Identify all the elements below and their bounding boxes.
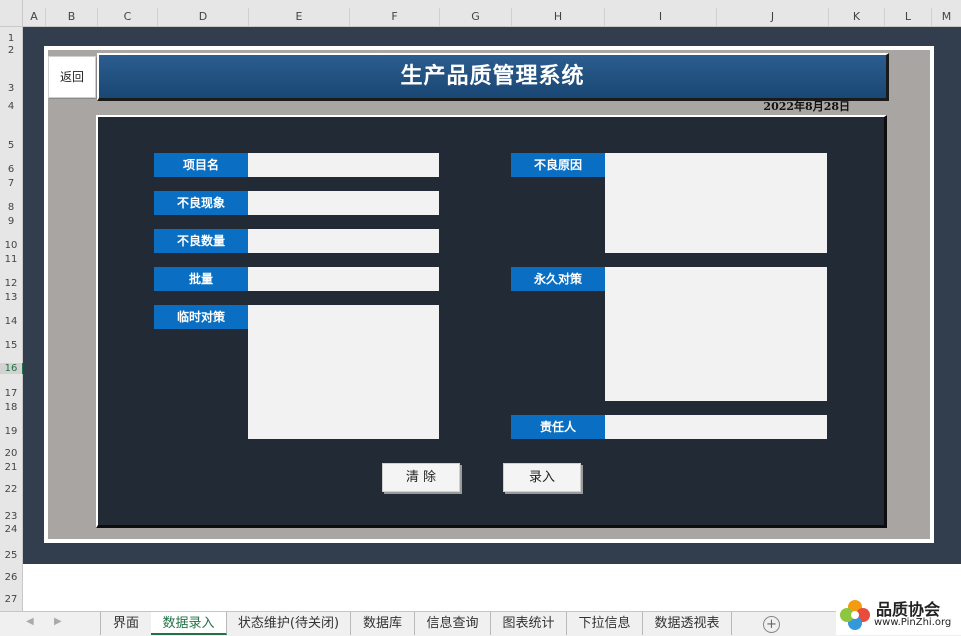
row-header-13[interactable]: 13 (0, 292, 22, 303)
current-date: 2022年8月28日 (763, 100, 850, 113)
temp-measure-label: 临时对策 (154, 305, 248, 329)
column-header-g[interactable]: G (440, 8, 512, 26)
row-header-bar: 1 2 3 4 5 6 7 8 9 10 11 12 13 14 15 16 1… (0, 27, 24, 611)
column-header-b[interactable]: B (46, 8, 98, 26)
tab-dropdown-info[interactable]: 下拉信息 (567, 612, 643, 635)
row-header-2[interactable]: 2 (0, 45, 22, 56)
column-header-a[interactable]: A (23, 8, 46, 26)
select-all-corner[interactable] (0, 0, 23, 26)
logo-url: www.PinZhi.org (874, 617, 952, 628)
row-header-10[interactable]: 10 (0, 240, 22, 251)
batch-label: 批量 (154, 267, 248, 291)
row-header-22[interactable]: 22 (0, 484, 22, 495)
tab-data-entry[interactable]: 数据录入 (151, 612, 227, 635)
column-header-c[interactable]: C (98, 8, 158, 26)
row-header-11[interactable]: 11 (0, 254, 22, 265)
responsible-input[interactable] (605, 415, 827, 439)
defect-phenomenon-input[interactable] (248, 191, 439, 215)
column-header-i[interactable]: I (605, 8, 717, 26)
defect-qty-input[interactable] (248, 229, 439, 253)
column-header-k[interactable]: K (829, 8, 885, 26)
row-header-7[interactable]: 7 (0, 178, 22, 189)
clear-button[interactable]: 清 除 (382, 463, 460, 492)
back-button[interactable]: 返回 (48, 56, 96, 98)
column-header-j[interactable]: J (717, 8, 829, 26)
permanent-measure-textarea[interactable] (605, 267, 827, 401)
defect-qty-label: 不良数量 (154, 229, 248, 253)
row-header-14[interactable]: 14 (0, 316, 22, 327)
tab-interface[interactable]: 界面 (100, 612, 152, 635)
permanent-measure-label: 永久对策 (511, 267, 605, 291)
pinzhi-logo: 品质协会 www.PinZhi.org (836, 593, 961, 635)
column-header-e[interactable]: E (249, 8, 350, 26)
row-header-15[interactable]: 15 (0, 340, 22, 351)
add-sheet-icon[interactable]: + (763, 616, 780, 633)
row-header-23[interactable]: 23 (0, 511, 22, 522)
sheet-tab-bar: ◀ ▶ 界面 数据录入 状态维护(待关闭) 数据库 信息查询 图表统计 下拉信息… (0, 611, 961, 636)
tab-chart-stats[interactable]: 图表统计 (491, 612, 567, 635)
row-header-26[interactable]: 26 (0, 572, 22, 583)
column-header-f[interactable]: F (350, 8, 440, 26)
column-header-bar: A B C D E F G H I J K L M (0, 0, 961, 27)
column-header-d[interactable]: D (158, 8, 249, 26)
project-name-label: 项目名 (154, 153, 248, 177)
defect-cause-textarea[interactable] (605, 153, 827, 253)
page-title: 生产品质管理系统 (97, 53, 889, 101)
tab-pivot-table[interactable]: 数据透视表 (643, 612, 732, 635)
row-header-1[interactable]: 1 (0, 33, 22, 44)
tab-status-maintenance[interactable]: 状态维护(待关闭) (227, 612, 351, 635)
defect-phenomenon-label: 不良现象 (154, 191, 248, 215)
project-name-input[interactable] (248, 153, 439, 177)
temp-measure-textarea[interactable] (248, 305, 439, 439)
row-header-17[interactable]: 17 (0, 388, 22, 399)
column-header-h[interactable]: H (512, 8, 605, 26)
submit-button[interactable]: 录入 (503, 463, 581, 492)
column-header-l[interactable]: L (885, 8, 932, 26)
flower-logo-icon (840, 600, 870, 630)
row-header-3[interactable]: 3 (0, 83, 22, 94)
row-header-18[interactable]: 18 (0, 402, 22, 413)
row-header-19[interactable]: 19 (0, 426, 22, 437)
row-header-4[interactable]: 4 (0, 101, 22, 112)
row-header-5[interactable]: 5 (0, 140, 22, 151)
column-header-m[interactable]: M (932, 8, 961, 26)
batch-input[interactable] (248, 267, 439, 291)
defect-cause-label: 不良原因 (511, 153, 605, 177)
tab-database[interactable]: 数据库 (351, 612, 415, 635)
row-header-8[interactable]: 8 (0, 202, 22, 213)
row-header-12[interactable]: 12 (0, 278, 22, 289)
row-header-9[interactable]: 9 (0, 216, 22, 227)
tab-scroll-right-icon[interactable]: ▶ (54, 616, 62, 627)
row-header-25[interactable]: 25 (0, 550, 22, 561)
row-header-27[interactable]: 27 (0, 594, 22, 605)
row-header-24[interactable]: 24 (0, 524, 22, 535)
tab-scroll-left-icon[interactable]: ◀ (26, 616, 34, 627)
row-header-16[interactable]: 16 (0, 363, 24, 374)
tab-info-query[interactable]: 信息查询 (415, 612, 491, 635)
responsible-label: 责任人 (511, 415, 605, 439)
row-header-20[interactable]: 20 (0, 448, 22, 459)
row-header-21[interactable]: 21 (0, 462, 22, 473)
row-header-6[interactable]: 6 (0, 164, 22, 175)
